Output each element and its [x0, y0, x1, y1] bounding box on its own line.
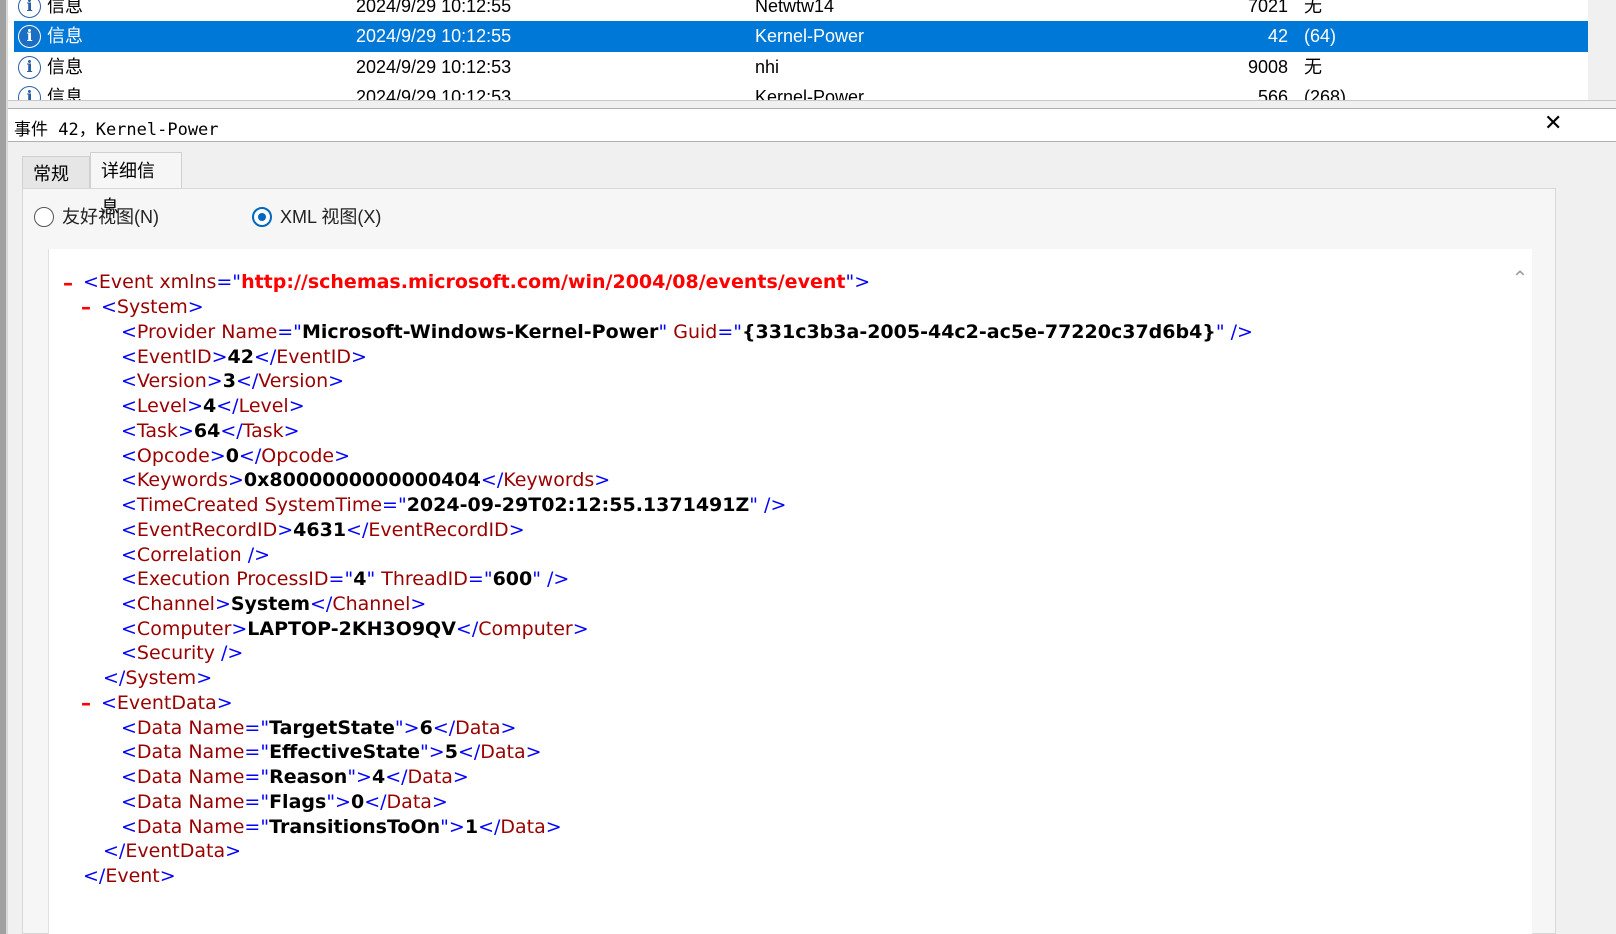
- info-icon: i: [18, 25, 41, 48]
- info-icon: i: [18, 86, 41, 100]
- data-value: 5: [444, 741, 458, 763]
- provider-name-value: Microsoft-Windows-Kernel-Power: [301, 321, 659, 343]
- xml-provider: <Provider Name="Microsoft-Windows-Kernel…: [121, 321, 1253, 343]
- event-source: nhi: [755, 57, 780, 77]
- tab-details[interactable]: 详细信息: [90, 152, 182, 217]
- xml-system-open: <System>: [101, 296, 204, 318]
- scroll-up-icon[interactable]: ⌃: [1508, 266, 1532, 290]
- event-list[interactable]: i 信息 2024/9/29 10:12:55 Netwtw14 7021 无 …: [8, 0, 1608, 100]
- event-level: 信息: [47, 0, 83, 16]
- xml-data-row: <Data Name="Reason">4</Data>: [121, 766, 469, 788]
- xml-data-row: <Data Name="TargetState">6</Data>: [121, 717, 517, 739]
- pane-splitter[interactable]: [8, 100, 1616, 108]
- xml-event-close: </Event>: [83, 865, 176, 887]
- event-row[interactable]: i 信息 2024/9/29 10:12:53 Kernel-Power 566…: [14, 82, 1588, 100]
- detail-header: 事件 42，Kernel-Power ✕: [8, 108, 1616, 142]
- xml-namespace: http://schemas.microsoft.com/win/2004/08…: [241, 271, 846, 293]
- collapse-eventdata-icon[interactable]: –: [81, 691, 91, 715]
- event-level: 信息: [47, 87, 83, 100]
- xml-correlation: <Correlation />: [121, 544, 271, 566]
- xml-eventrecordid: <EventRecordID>4631</EventRecordID>: [121, 519, 525, 541]
- info-icon: i: [18, 56, 41, 79]
- xml-data-row: <Data Name="TransitionsToOn">1</Data>: [121, 816, 562, 838]
- xml-eventdata-open: <EventData>: [101, 692, 233, 714]
- xml-view[interactable]: – <Event xmlns="http://schemas.microsoft…: [48, 249, 1532, 934]
- opcode-value: 0: [225, 445, 239, 467]
- xml-channel: <Channel>System</Channel>: [121, 593, 427, 615]
- xml-level: <Level>4</Level>: [121, 395, 305, 417]
- data-value: 1: [464, 816, 479, 838]
- friendly-view-label: 友好视图(N): [62, 207, 159, 227]
- event-row[interactable]: i 信息 2024/9/29 10:12:53 nhi 9008 无: [14, 52, 1588, 83]
- xml-event-open: <Event xmlns="http://schemas.microsoft.c…: [83, 271, 871, 293]
- event-source: Netwtw14: [755, 0, 835, 16]
- detail-title: 事件 42，Kernel-Power: [14, 120, 219, 140]
- channel-value: System: [230, 593, 311, 615]
- collapse-system-icon[interactable]: –: [81, 295, 91, 319]
- info-icon: i: [18, 0, 41, 18]
- xml-version: <Version>3</Version>: [121, 370, 345, 392]
- event-category: 无: [1304, 57, 1322, 77]
- eventid-value: 42: [227, 346, 254, 368]
- event-datetime: 2024/9/29 10:12:55: [356, 0, 512, 16]
- event-id: 9008: [1247, 57, 1288, 77]
- friendly-view-option[interactable]: 友好视图(N): [34, 205, 194, 229]
- xml-keywords: <Keywords>0x8000000000000404</Keywords>: [121, 469, 611, 491]
- close-icon[interactable]: ✕: [1544, 111, 1562, 136]
- xml-opcode: <Opcode>0</Opcode>: [121, 445, 351, 467]
- xml-system-close: </System>: [103, 667, 213, 689]
- xml-computer: <Computer>LAPTOP-2KH3O9QV</Computer>: [121, 618, 589, 640]
- data-name-value: Reason: [269, 766, 348, 788]
- data-value: 0: [350, 791, 365, 813]
- event-datetime: 2024/9/29 10:12:53: [356, 57, 512, 77]
- xml-view-option[interactable]: XML 视图(X): [252, 205, 412, 229]
- xml-data-row: <Data Name="EffectiveState">5</Data>: [121, 741, 542, 763]
- event-category: (268): [1304, 87, 1347, 100]
- xml-security: <Security />: [121, 642, 244, 664]
- systemtime-value: 2024-09-29T02:12:55.1371491Z: [406, 494, 750, 516]
- xml-timecreated: <TimeCreated SystemTime="2024-09-29T02:1…: [121, 494, 787, 516]
- xml-data-row: <Data Name="Flags">0</Data>: [121, 791, 448, 813]
- data-value: 4: [371, 766, 386, 788]
- xml-execution: <Execution ProcessID="4" ThreadID="600" …: [121, 568, 570, 590]
- list-scrollbar[interactable]: [1588, 0, 1608, 100]
- event-datetime: 2024/9/29 10:12:53: [356, 87, 512, 100]
- event-category: (64): [1304, 26, 1337, 46]
- version-value: 3: [222, 370, 236, 392]
- event-row-selected[interactable]: i 信息 2024/9/29 10:12:55 Kernel-Power 42 …: [14, 21, 1588, 52]
- event-datetime: 2024/9/29 10:12:55: [356, 26, 512, 46]
- processid-value: 4: [353, 568, 367, 590]
- xml-eventid: <EventID>42</EventID>: [121, 346, 367, 368]
- xml-eventdata-close: </EventData>: [103, 840, 242, 862]
- data-name-value: Flags: [269, 791, 327, 813]
- event-category: 无: [1304, 0, 1322, 16]
- xml-view-radio[interactable]: [252, 207, 272, 227]
- event-source: Kernel-Power: [755, 87, 865, 100]
- event-source: Kernel-Power: [755, 26, 865, 46]
- collapse-event-icon[interactable]: –: [63, 271, 73, 295]
- computer-value: LAPTOP-2KH3O9QV: [247, 618, 456, 640]
- data-value: 6: [419, 717, 433, 739]
- level-value: 4: [203, 395, 217, 417]
- xml-view-label: XML 视图(X): [280, 207, 382, 227]
- friendly-view-radio[interactable]: [34, 207, 54, 227]
- event-id: 42: [1267, 26, 1288, 46]
- event-row[interactable]: i 信息 2024/9/29 10:12:55 Netwtw14 7021 无: [14, 0, 1588, 22]
- keywords-value: 0x8000000000000404: [243, 469, 481, 491]
- event-id: 7021: [1247, 0, 1288, 16]
- provider-guid-value: {331c3b3a-2005-44c2-ac5e-77220c37d6b4}: [742, 321, 1216, 343]
- xml-task: <Task>64</Task>: [121, 420, 300, 442]
- event-id: 566: [1257, 87, 1288, 100]
- data-name-value: EffectiveState: [269, 741, 421, 763]
- eventrecordid-value: 4631: [293, 519, 347, 541]
- event-level: 信息: [47, 26, 83, 46]
- data-name-value: TransitionsToOn: [269, 816, 441, 838]
- event-level: 信息: [47, 57, 83, 77]
- task-value: 64: [193, 420, 221, 442]
- data-name-value: TargetState: [269, 717, 395, 739]
- threadid-value: 600: [492, 568, 533, 590]
- tab-general[interactable]: 常规: [22, 156, 90, 188]
